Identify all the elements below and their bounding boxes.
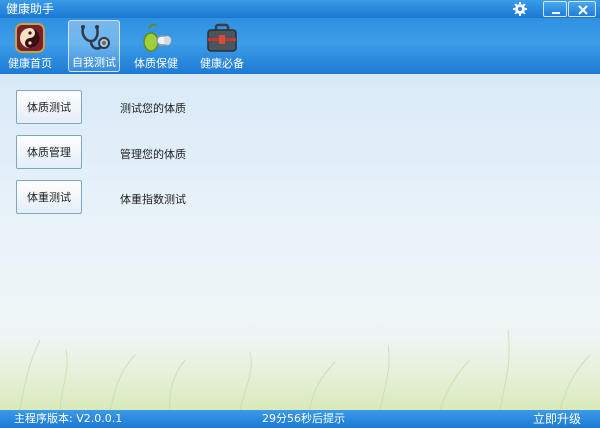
app-window: 健康助手 健康首页 自我测试 体质保健 健康必备 体质测试 测试您的体质 体质管… xyxy=(0,0,600,428)
tab-essentials-label: 健康必备 xyxy=(200,57,244,70)
constitution-manage-button[interactable]: 体质管理 xyxy=(16,135,82,169)
title-bar[interactable]: 健康助手 xyxy=(0,0,600,18)
settings-gear-icon[interactable] xyxy=(512,1,528,17)
constitution-test-button[interactable]: 体质测试 xyxy=(16,90,82,124)
tab-essentials[interactable]: 健康必备 xyxy=(196,20,248,72)
tab-self-test[interactable]: 自我测试 xyxy=(68,20,120,72)
minimize-button[interactable] xyxy=(543,1,567,17)
constitution-test-description: 测试您的体质 xyxy=(120,102,186,115)
close-icon xyxy=(578,5,588,15)
main-toolbar: 健康首页 自我测试 体质保健 健康必备 xyxy=(0,18,600,74)
main-panel: 体质测试 测试您的体质 体质管理 管理您的体质 体重测试 体重指数测试 xyxy=(0,74,600,410)
constitution-manage-description: 管理您的体质 xyxy=(120,148,186,161)
close-button[interactable] xyxy=(568,1,596,17)
status-bar: 主程序版本: V2.0.0.1 29分56秒后提示 立即升级 xyxy=(0,410,600,428)
version-label: 主程序版本: V2.0.0.1 xyxy=(14,412,123,425)
window-title: 健康助手 xyxy=(6,2,55,16)
tab-health-care[interactable]: 体质保健 xyxy=(130,20,182,72)
weight-test-description: 体重指数测试 xyxy=(120,193,186,206)
tab-health-care-label: 体质保健 xyxy=(134,57,178,70)
tab-home[interactable]: 健康首页 xyxy=(4,20,56,72)
pills-icon xyxy=(143,23,172,52)
tab-self-test-label: 自我测试 xyxy=(72,56,116,69)
stethoscope-icon xyxy=(81,25,110,50)
weight-test-button[interactable]: 体重测试 xyxy=(16,180,82,214)
reminder-countdown: 29分56秒后提示 xyxy=(262,412,345,425)
first-aid-kit-icon xyxy=(207,23,237,52)
upgrade-now-link[interactable]: 立即升级 xyxy=(533,410,581,428)
tab-home-label: 健康首页 xyxy=(8,57,52,70)
minimize-icon xyxy=(552,12,560,14)
grass-background-decoration xyxy=(0,329,600,410)
yin-yang-icon xyxy=(15,23,45,53)
